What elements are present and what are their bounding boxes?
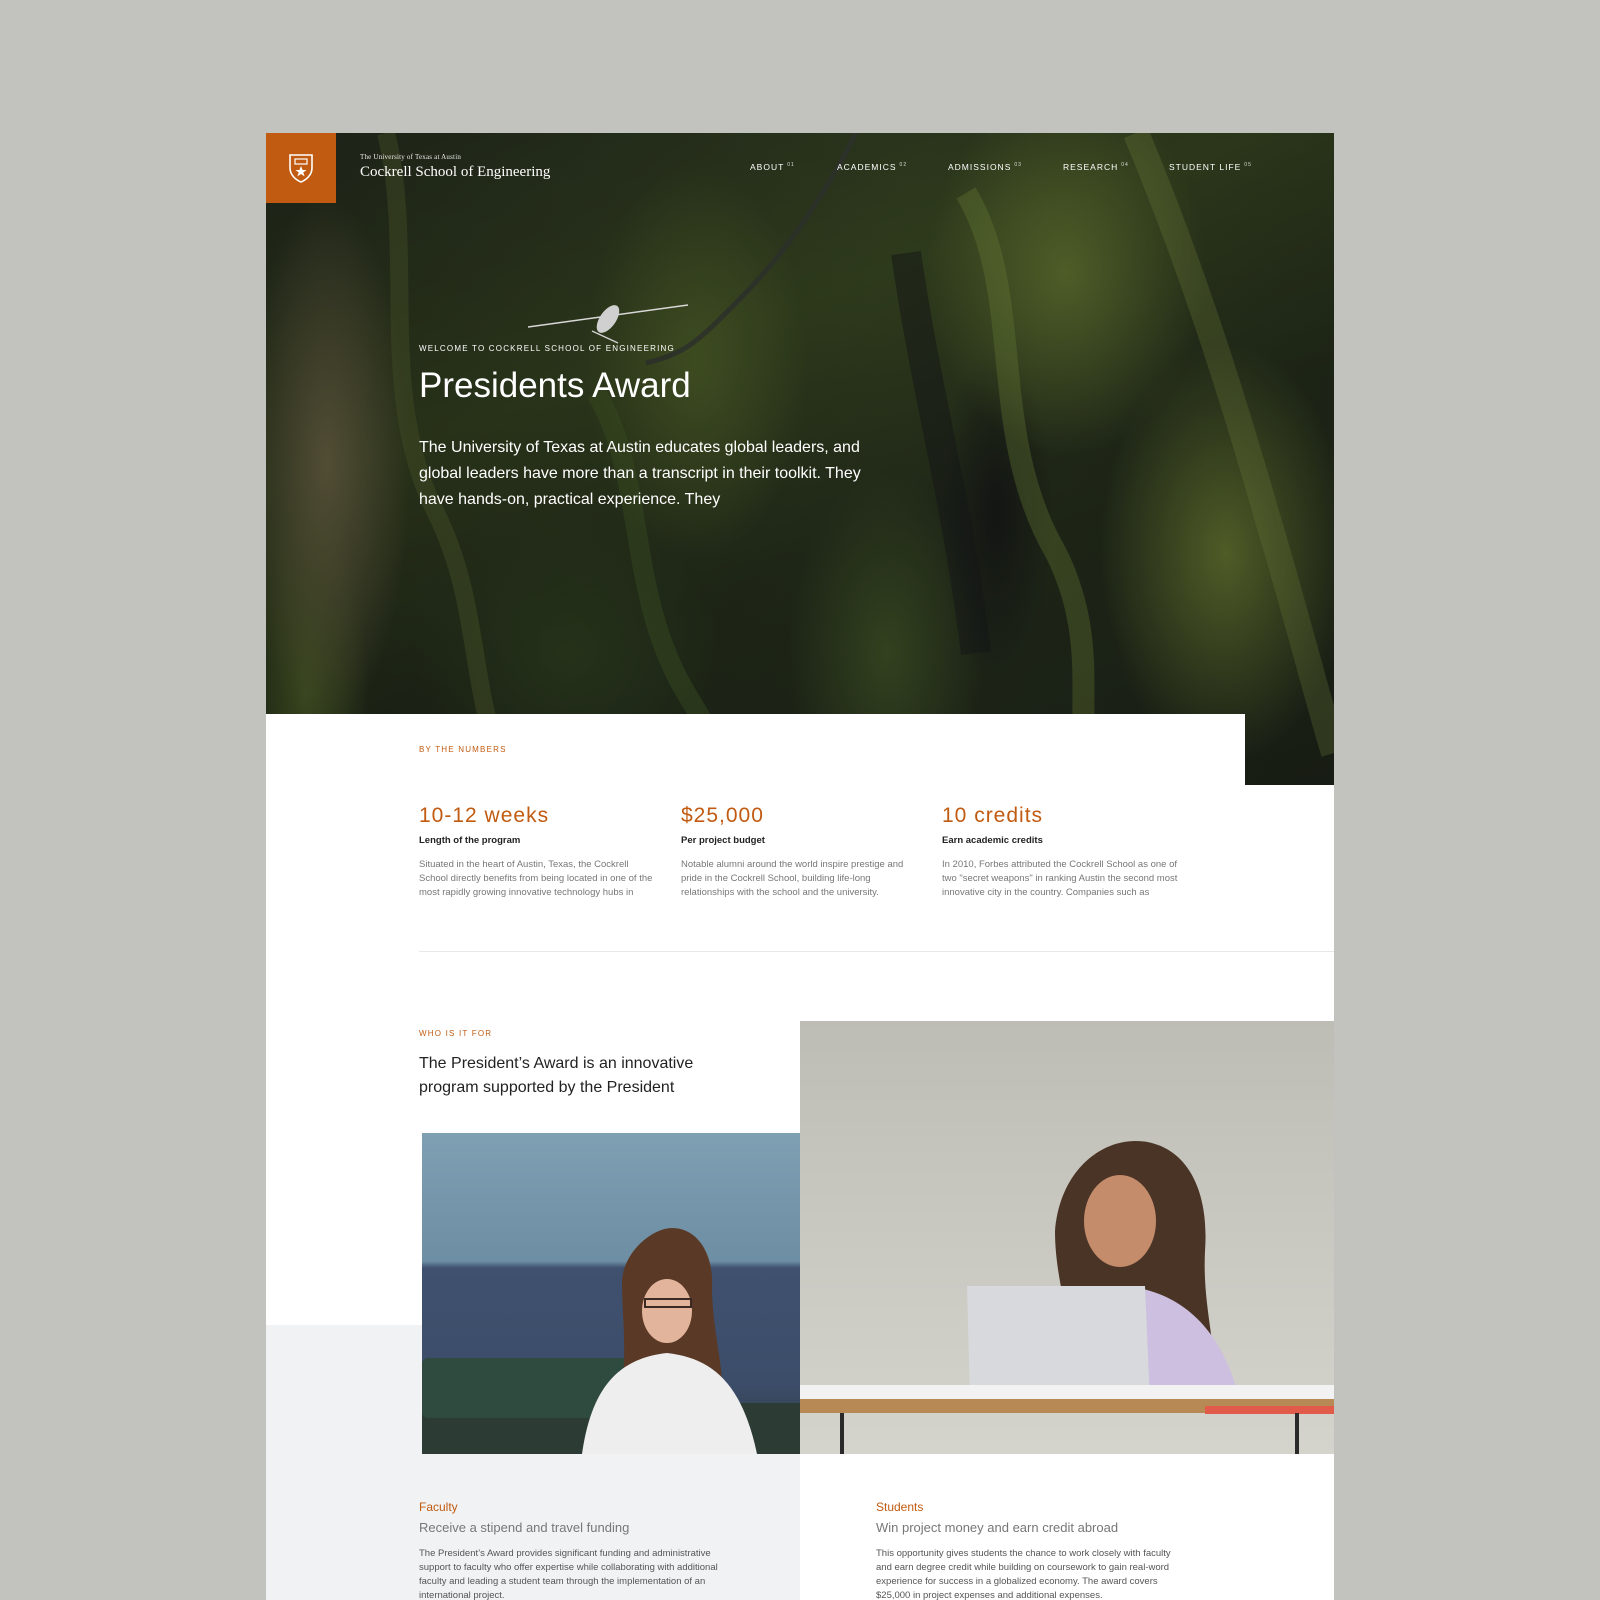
hero-eyebrow: WELCOME TO COCKRELL SCHOOL OF ENGINEERIN… xyxy=(419,344,675,353)
stat-value: 10-12 weeks xyxy=(419,804,550,827)
faculty-card: Faculty Receive a stipend and travel fun… xyxy=(419,1500,729,1600)
card-kicker: Faculty xyxy=(419,1500,458,1514)
stat-description: Situated in the heart of Austin, Texas, … xyxy=(419,859,653,898)
numbers-eyebrow: BY THE NUMBERS xyxy=(419,745,507,754)
stat-budget: $25,000 Per project budget Notable alumn… xyxy=(681,804,921,900)
stat-duration: 10-12 weeks Length of the program Situat… xyxy=(419,804,659,900)
hero-title: Presidents Award xyxy=(419,366,691,405)
nav-label: ACADEMICS xyxy=(837,162,897,172)
card-title: Win project money and earn credit abroad xyxy=(876,1520,1119,1535)
nav-item-admissions[interactable]: ADMISSIONS 03 xyxy=(948,162,1022,172)
nav-number: 01 xyxy=(787,162,795,169)
stat-value: 10 credits xyxy=(942,804,1044,827)
nav-number: 03 xyxy=(1014,162,1022,169)
who-eyebrow: WHO IS IT FOR xyxy=(419,1029,493,1038)
who-title: The President’s Award is an innovative p… xyxy=(419,1055,694,1096)
card-body: The President’s Award provides significa… xyxy=(419,1548,718,1600)
nav-number: 05 xyxy=(1244,162,1252,169)
drone-image xyxy=(528,304,688,344)
nav-label: ADMISSIONS xyxy=(948,162,1012,172)
card-kicker: Students xyxy=(876,1500,924,1514)
nav-item-academics[interactable]: ACADEMICS 02 xyxy=(837,162,907,172)
nav-item-about[interactable]: ABOUT 01 xyxy=(750,162,795,172)
stat-description: Notable alumni around the world inspire … xyxy=(681,859,904,898)
stat-label: Length of the program xyxy=(419,835,521,846)
nav-number: 04 xyxy=(1121,162,1129,169)
stat-value: $25,000 xyxy=(681,804,764,827)
nav-label: ABOUT xyxy=(750,162,785,172)
nav-item-student-life[interactable]: STUDENT LIFE 05 xyxy=(1169,162,1252,172)
nav-item-research[interactable]: RESEARCH 04 xyxy=(1063,162,1129,172)
faculty-photo xyxy=(422,1133,800,1454)
stat-description: In 2010, Forbes attributed the Cockrell … xyxy=(942,859,1178,898)
card-title: Receive a stipend and travel funding xyxy=(419,1520,630,1535)
stat-credits: 10 credits Earn academic credits In 2010… xyxy=(942,804,1182,900)
stat-label: Earn academic credits xyxy=(942,835,1043,846)
nav-label: STUDENT LIFE xyxy=(1169,162,1242,172)
students-card: Students Win project money and earn cred… xyxy=(876,1500,1186,1600)
hero: The University of Texas at Austin Cockre… xyxy=(266,133,1334,785)
page: The University of Texas at Austin Cockre… xyxy=(266,133,1334,1600)
stat-label: Per project budget xyxy=(681,835,765,846)
university-name: The University of Texas at Austin xyxy=(360,153,462,161)
section-divider xyxy=(419,951,1334,952)
main-nav: ABOUT 01 ACADEMICS 02 ADMISSIONS 03 RESEARC… xyxy=(266,162,1334,176)
card-body: This opportunity gives students the chan… xyxy=(876,1548,1171,1600)
numbers-panel xyxy=(266,714,1245,789)
student-photo xyxy=(800,1021,1334,1454)
nav-label: RESEARCH xyxy=(1063,162,1119,172)
hero-lead: The University of Texas at Austin educat… xyxy=(419,439,861,508)
nav-number: 02 xyxy=(899,162,908,169)
